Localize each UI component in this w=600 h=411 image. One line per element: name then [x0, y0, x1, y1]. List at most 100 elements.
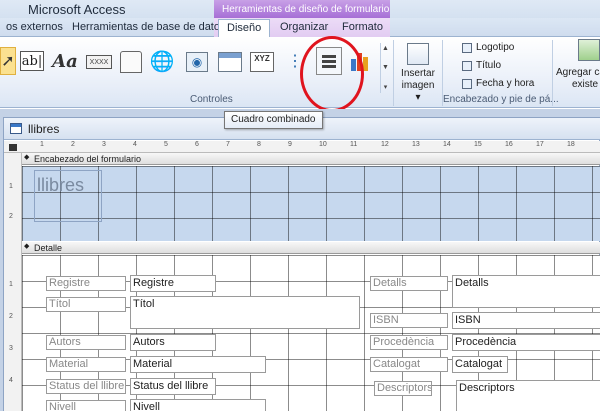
- ruler-number: 13: [412, 141, 420, 148]
- tab-arrange[interactable]: Organizar: [280, 21, 328, 33]
- nivell-field[interactable]: Nivell: [130, 399, 266, 411]
- document-title: llibres: [28, 122, 60, 136]
- isbn-label[interactable]: ISBN: [370, 313, 448, 328]
- date-time-button[interactable]: Fecha y hora: [462, 78, 534, 89]
- material-field[interactable]: Material: [130, 356, 266, 373]
- titol-label[interactable]: Títol: [46, 297, 126, 312]
- ruler-number: 15: [474, 141, 482, 148]
- procedencia-label[interactable]: Procedència: [370, 335, 448, 350]
- chart-icon-bar: [351, 59, 356, 71]
- ruler-number: 7: [226, 141, 230, 148]
- textbox-control-button[interactable]: ab|: [20, 51, 44, 71]
- controls-group-label: Controles: [190, 94, 233, 105]
- autors-label[interactable]: Autors: [46, 335, 126, 350]
- registre-field[interactable]: Registre: [130, 275, 216, 292]
- navigation-control-button[interactable]: [218, 52, 242, 72]
- page-break-icon: ⋮: [287, 53, 303, 70]
- form-header-grid[interactable]: llibres: [22, 166, 600, 241]
- ruler-number: 4: [9, 377, 13, 384]
- material-label[interactable]: Material: [46, 357, 126, 372]
- ruler-number: 8: [257, 141, 261, 148]
- group-separator: [552, 40, 553, 106]
- registre-label[interactable]: Registre: [46, 276, 126, 291]
- tab-database-tools[interactable]: Herramientas de base de datos: [72, 21, 225, 33]
- detalls-label[interactable]: Detalls: [370, 276, 448, 291]
- hyperlink-control-button[interactable]: 🌐: [150, 47, 175, 75]
- button-icon: XXXX: [89, 58, 109, 66]
- textbox-icon: ab|: [21, 53, 43, 69]
- ruler-number: 2: [71, 141, 75, 148]
- add-existing-label-1: Agregar ca: [556, 67, 600, 78]
- button-control-button[interactable]: XXXX: [86, 55, 112, 69]
- ruler-number: 9: [288, 141, 292, 148]
- option-group-icon: XYZ: [254, 54, 270, 63]
- image-icon: [407, 43, 429, 65]
- label-control-button[interactable]: Aa: [52, 47, 78, 75]
- add-existing-fields-button[interactable]: Agregar ca existe: [556, 39, 600, 91]
- ruler-number: 17: [536, 141, 544, 148]
- isbn-field[interactable]: ISBN: [452, 312, 600, 329]
- ruler-number: 16: [505, 141, 513, 148]
- catalogat-field[interactable]: Catalogat: [452, 356, 508, 373]
- form-heading-label[interactable]: llibres: [34, 170, 102, 222]
- pointer-arrow-icon: ➚: [1, 53, 15, 70]
- scroll-up-icon[interactable]: ▲: [382, 45, 389, 52]
- procedencia-field[interactable]: Procedència: [452, 334, 600, 351]
- logo-icon: [462, 42, 472, 53]
- tab-design[interactable]: Diseño: [218, 19, 271, 38]
- insert-image-label-1: Insertar: [401, 68, 435, 79]
- ruler-number: 2: [9, 213, 13, 220]
- label-icon: Aa: [52, 50, 78, 72]
- ribbon: ➚ ab| Aa XXXX 🌐 ◉ XYZ ⋮ ▲ ▼ ▾ Controles …: [0, 37, 600, 108]
- app-title: Microsoft Access: [28, 2, 126, 17]
- contextual-tools-title: Herramientas de diseño de formulario: [214, 0, 390, 18]
- detail-grid[interactable]: Registre Registre Títol Títol Autors Aut…: [22, 255, 600, 411]
- scroll-down-icon[interactable]: ▼: [382, 64, 389, 71]
- detail-section-bar[interactable]: Detalle: [22, 242, 600, 254]
- more-controls-icon[interactable]: ▾: [384, 83, 388, 91]
- ruler-number: 3: [102, 141, 106, 148]
- descriptors-label[interactable]: Descriptors: [374, 381, 432, 396]
- titol-field[interactable]: Títol: [130, 296, 360, 329]
- autors-field[interactable]: Autors: [130, 334, 216, 351]
- controls-gallery-scroll[interactable]: ▲ ▼ ▾: [380, 43, 390, 93]
- form-selector[interactable]: [9, 144, 17, 151]
- combo-box-control-button[interactable]: [316, 47, 342, 75]
- web-browser-icon: ◉: [191, 55, 203, 69]
- status-label[interactable]: Status del llibre: [46, 379, 126, 394]
- combo-box-icon-line: [322, 64, 336, 68]
- tab-format[interactable]: Formato: [342, 21, 383, 33]
- ruler-number: 4: [133, 141, 137, 148]
- tab-control-button[interactable]: [120, 51, 142, 73]
- insert-image-button[interactable]: Insertar imagen ▾: [398, 43, 438, 104]
- horizontal-ruler: 1 2 3 4 5 6 7 8 9 10 11 12 13 14 15 16 17 18: [4, 141, 600, 153]
- ruler-number: 12: [381, 141, 389, 148]
- ribbon-tabs: os externos Herramientas de base de dato…: [0, 18, 600, 38]
- chart-control-button[interactable]: [348, 47, 372, 75]
- combo-box-icon-line: [322, 54, 336, 58]
- select-pointer-tool[interactable]: ➚: [0, 47, 16, 75]
- catalogat-label[interactable]: Catalogat: [370, 357, 448, 372]
- status-field[interactable]: Status del llibre: [130, 378, 216, 395]
- ruler-number: 6: [195, 141, 199, 148]
- form-header-section-bar[interactable]: Encabezado del formulario: [22, 153, 600, 165]
- nivell-label[interactable]: Nivell: [46, 400, 126, 411]
- tab-external-data[interactable]: os externos: [6, 21, 63, 33]
- option-group-control-button[interactable]: XYZ: [250, 52, 274, 72]
- ruler-number: 10: [319, 141, 327, 148]
- detalls-field[interactable]: Detalls: [452, 275, 600, 308]
- logo-label: Logotipo: [476, 42, 515, 53]
- ruler-number: 1: [9, 183, 13, 190]
- web-browser-control-button[interactable]: ◉: [186, 52, 208, 72]
- ruler-number: 14: [443, 141, 451, 148]
- title-button[interactable]: Título: [462, 60, 501, 71]
- add-fields-icon: [578, 39, 600, 61]
- descriptors-field[interactable]: Descriptors: [456, 380, 600, 411]
- page-break-control-button[interactable]: ⋮: [284, 47, 306, 75]
- ruler-number: 1: [9, 281, 13, 288]
- title-icon: [462, 60, 472, 71]
- date-time-label: Fecha y hora: [476, 78, 535, 89]
- form-design-window: llibres 1 2 3 4 5 6 7 8 9 10 11 12 13 14 15 16 17 18 1212…: [3, 117, 600, 411]
- chart-icon-bar: [357, 53, 362, 71]
- logo-button[interactable]: Logotipo: [462, 42, 514, 53]
